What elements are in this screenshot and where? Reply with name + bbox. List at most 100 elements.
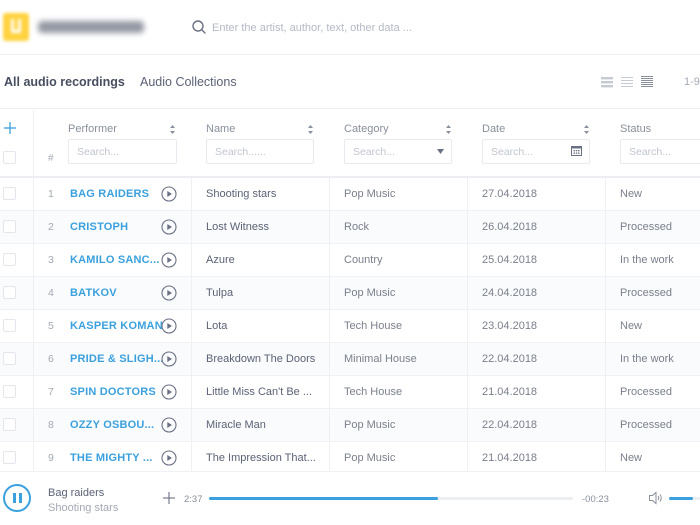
performer-link[interactable]: PRIDE & SLIGH... — [70, 353, 164, 365]
table-row[interactable]: 7 SPIN DOCTORS Little Miss Can't Be ... Tec… — [0, 376, 700, 409]
performer-link[interactable]: THE MIGHTY ... — [70, 452, 153, 464]
logo[interactable] — [3, 13, 29, 41]
column-title-status: Status — [620, 123, 652, 135]
play-icon[interactable] — [161, 417, 177, 433]
row-checkbox[interactable] — [3, 187, 16, 200]
track-date: 27.04.2018 — [482, 188, 538, 200]
performer-link[interactable]: BATKOV — [70, 287, 117, 299]
table-row[interactable]: 3 KAMILO SANC... Azure Country 25.04.2018 In … — [0, 244, 700, 277]
row-number: 5 — [48, 320, 54, 332]
track-category: Pop Music — [344, 419, 396, 431]
track-name: Azure — [206, 254, 235, 266]
track-name: Tulpa — [206, 287, 234, 299]
play-icon[interactable] — [161, 351, 177, 367]
play-icon[interactable] — [161, 285, 177, 301]
performer-filter-input[interactable] — [68, 139, 177, 164]
play-icon[interactable] — [161, 384, 177, 400]
tab-audio-collections[interactable]: Audio Collections — [140, 75, 237, 89]
volume-icon[interactable] — [648, 491, 664, 505]
column-title-performer: Performer — [68, 123, 117, 135]
volume-slider[interactable] — [669, 497, 700, 500]
status-filter-input[interactable] — [620, 139, 700, 164]
track-date: 26.04.2018 — [482, 221, 538, 233]
play-icon[interactable] — [161, 219, 177, 235]
performer-link[interactable]: KAMILO SANC... — [70, 254, 160, 266]
chevron-down-icon[interactable] — [437, 149, 444, 154]
progress-bar[interactable] — [209, 497, 573, 500]
row-number: 8 — [48, 419, 54, 431]
table-row[interactable]: 6 PRIDE & SLIGH... Breakdown The Doors Mini… — [0, 343, 700, 376]
sort-icon[interactable] — [583, 124, 590, 135]
table-row[interactable]: 8 OZZY OSBOU... Miracle Man Pop Music 22.04.… — [0, 409, 700, 442]
track-date: 22.04.2018 — [482, 353, 538, 365]
performer-link[interactable]: KASPER KOMAN — [70, 320, 163, 332]
track-status: In the work — [620, 353, 674, 365]
performer-link[interactable]: CRISTOPH — [70, 221, 128, 233]
column-divider — [191, 178, 192, 471]
name-filter-input[interactable] — [206, 139, 314, 164]
track-name: Little Miss Can't Be ... — [206, 386, 313, 398]
track-date: 22.04.2018 — [482, 419, 538, 431]
sort-icon[interactable] — [445, 124, 452, 135]
track-name: Breakdown The Doors — [206, 353, 316, 365]
performer-link[interactable]: BAG RAIDERS — [70, 188, 149, 200]
calendar-icon[interactable] — [571, 145, 582, 156]
row-checkbox[interactable] — [3, 385, 16, 398]
list-compact-icon[interactable] — [600, 75, 614, 89]
row-checkbox[interactable] — [3, 220, 16, 233]
track-status: New — [620, 320, 643, 332]
category-filter-select[interactable] — [344, 139, 452, 164]
row-number: 9 — [48, 452, 54, 464]
play-icon[interactable] — [161, 450, 177, 466]
volume-fill — [669, 497, 693, 500]
column-divider — [329, 178, 330, 471]
row-checkbox[interactable] — [3, 418, 16, 431]
track-date: 23.04.2018 — [482, 320, 538, 332]
table-row[interactable]: 4 BATKOV Tulpa Pop Music 24.04.2018 Processed — [0, 277, 700, 310]
tab-all-audio-recordings[interactable]: All audio recordings — [4, 75, 125, 89]
list-lines-icon[interactable] — [620, 75, 634, 89]
add-icon[interactable] — [3, 121, 17, 135]
table-row[interactable]: 5 KASPER KOMAN Lota Tech House 23.04.2018 New — [0, 310, 700, 343]
row-checkbox[interactable] — [3, 286, 16, 299]
performer-link[interactable]: OZZY OSBOU... — [70, 419, 154, 431]
column-title-category: Category — [344, 123, 389, 135]
pause-icon — [13, 493, 16, 503]
pause-button[interactable] — [3, 484, 31, 512]
audio-player: Bag raiders Shooting stars 2:37 -00:23 — [0, 471, 700, 525]
add-icon[interactable] — [162, 491, 176, 505]
list-dense-icon[interactable] — [640, 75, 654, 89]
search-input[interactable] — [212, 18, 512, 38]
track-name: Lota — [206, 320, 228, 332]
track-name: Shooting stars — [206, 188, 277, 200]
top-bar — [0, 0, 700, 55]
row-checkbox[interactable] — [3, 352, 16, 365]
sort-icon[interactable] — [307, 124, 314, 135]
pause-icon-bar — [19, 493, 22, 503]
pagination-range: 1-9 — [684, 76, 700, 88]
performer-link[interactable]: SPIN DOCTORS — [70, 386, 156, 398]
select-all-checkbox[interactable] — [3, 151, 16, 164]
track-name: The Impression That... — [206, 452, 316, 464]
track-status: New — [620, 452, 643, 464]
play-icon[interactable] — [161, 318, 177, 334]
table-row[interactable]: 1 BAG RAIDERS Shooting stars Pop Music 27.04… — [0, 178, 700, 211]
table-row[interactable]: 2 CRISTOPH Lost Witness Rock 26.04.2018 Proce… — [0, 211, 700, 244]
row-number: 4 — [48, 287, 54, 299]
track-date: 25.04.2018 — [482, 254, 538, 266]
track-category: Tech House — [344, 386, 403, 398]
time-elapsed: 2:37 — [184, 494, 203, 505]
tabs-bar: All audio recordings Audio Collections 1… — [0, 55, 700, 109]
play-icon[interactable] — [161, 186, 177, 202]
sort-icon[interactable] — [169, 124, 176, 135]
player-title: Shooting stars — [48, 502, 119, 514]
track-date: 24.04.2018 — [482, 287, 538, 299]
row-checkbox[interactable] — [3, 319, 16, 332]
track-name: Lost Witness — [206, 221, 269, 233]
column-divider — [605, 178, 606, 471]
track-status: New — [620, 188, 643, 200]
row-checkbox[interactable] — [3, 451, 16, 464]
brand-name-blurred — [38, 21, 144, 33]
row-checkbox[interactable] — [3, 253, 16, 266]
play-icon[interactable] — [161, 252, 177, 268]
